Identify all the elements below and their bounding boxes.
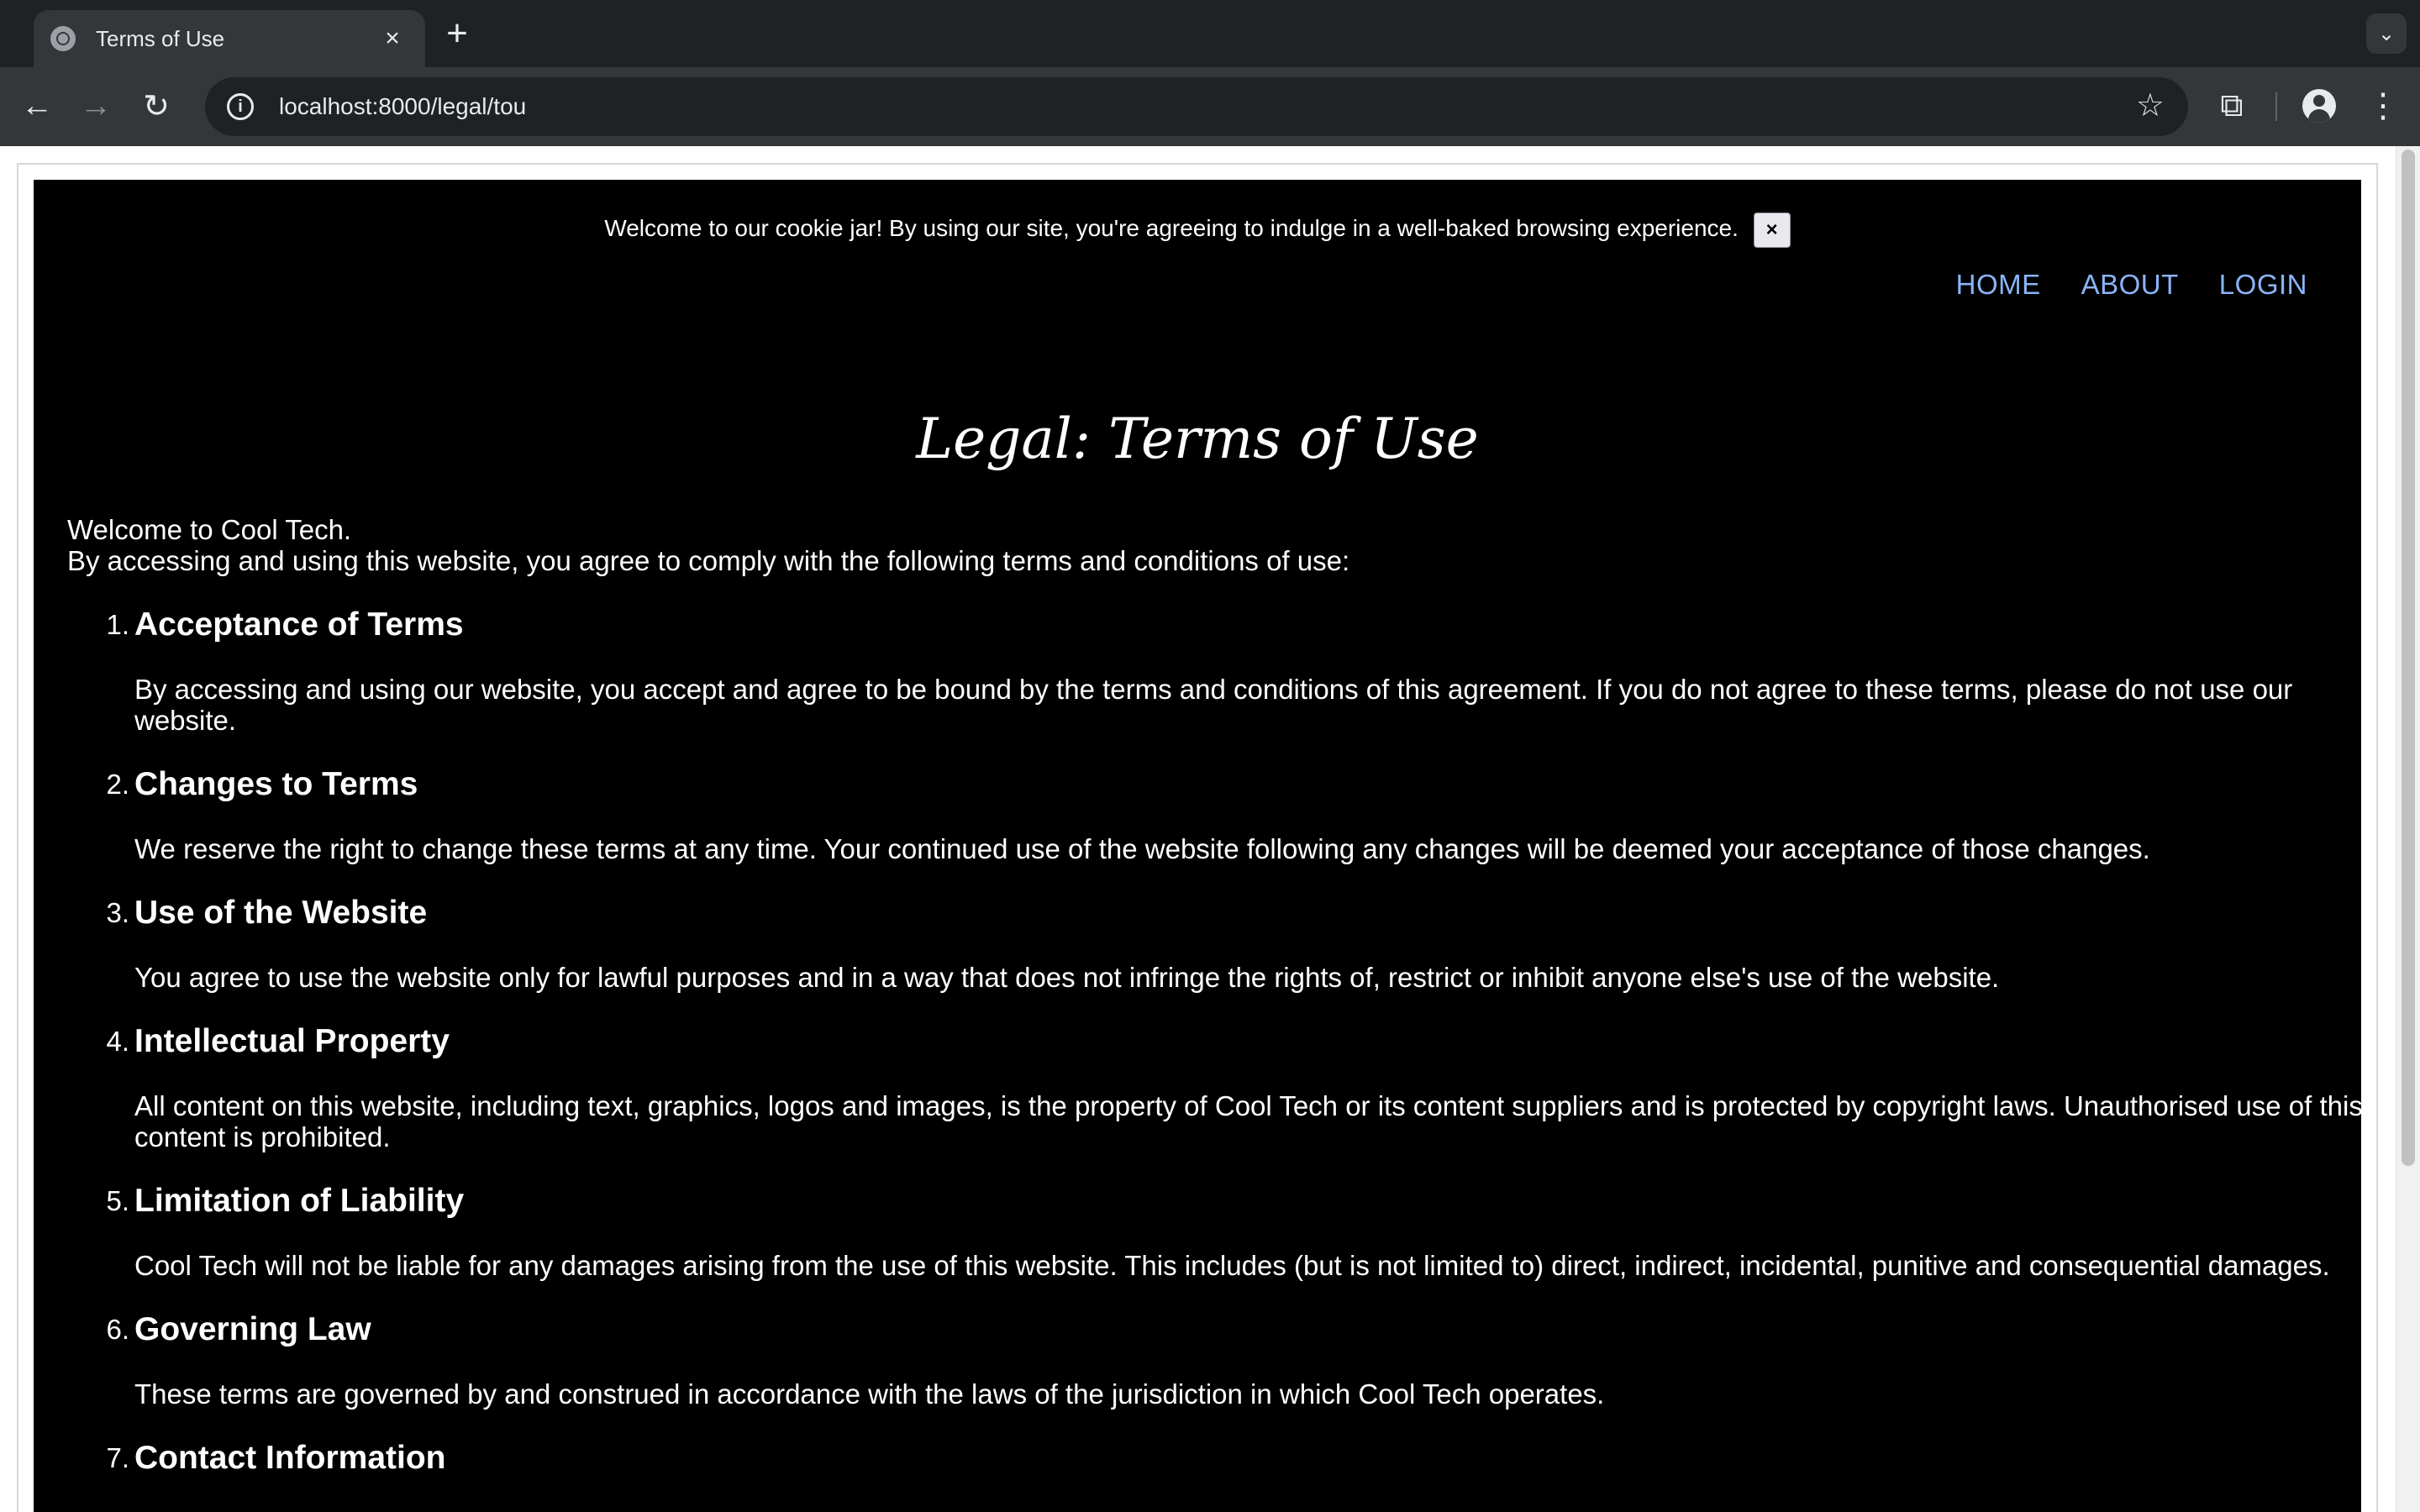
term-item: 2. Changes to Terms We reserve the right…: [67, 764, 2319, 864]
term-heading: Contact Information: [134, 1440, 446, 1476]
intro-agreement: By accessing and using this website, you…: [67, 545, 1350, 576]
cookie-banner-text: Welcome to our cookie jar! By using our …: [604, 215, 1739, 241]
term-item: 1. Acceptance of Terms By accessing and …: [67, 605, 2319, 736]
term-item: 4. Intellectual Property All content on …: [67, 1021, 2362, 1152]
term-body: These terms are governed by and construe…: [134, 1378, 1605, 1410]
url-text[interactable]: localhost:8000/legal/tou: [279, 93, 526, 120]
intro-text: Welcome to Cool Tech. By accessing and u…: [67, 514, 2319, 576]
tab-close-icon[interactable]: ×: [380, 26, 405, 51]
term-number: 5.: [106, 1185, 129, 1216]
cookie-close-button[interactable]: ×: [1753, 212, 1791, 248]
term-body: By accessing and using our website, you …: [134, 674, 2293, 736]
term-heading: Acceptance of Terms: [134, 606, 464, 643]
reload-icon[interactable]: ↻: [134, 84, 178, 128]
cookie-banner: Welcome to our cookie jar! By using our …: [34, 212, 2361, 248]
nav-login-link[interactable]: LOGIN: [2219, 269, 2307, 301]
term-item: 3. Use of the Website You agree to use t…: [67, 893, 2319, 993]
globe-icon: [50, 26, 76, 51]
intro-welcome: Welcome to Cool Tech.: [67, 514, 352, 545]
back-arrow-icon[interactable]: ←: [15, 84, 59, 128]
menu-kebab-icon[interactable]: ⋮: [2361, 86, 2405, 126]
term-number: 3.: [106, 897, 129, 928]
term-heading: Intellectual Property: [134, 1023, 450, 1059]
page-viewport: Welcome to our cookie jar! By using our …: [0, 146, 2420, 1512]
term-number: 2.: [106, 769, 129, 800]
tab-strip: Terms of Use × + ⌄: [0, 0, 2420, 67]
term-item: 7. Contact Information: [67, 1438, 2319, 1478]
term-item: 6. Governing Law These terms are governe…: [67, 1310, 2319, 1410]
term-body: We reserve the right to change these ter…: [134, 833, 2150, 864]
term-number: 1.: [106, 609, 129, 640]
toolbar-separator: [2275, 92, 2277, 121]
term-heading: Use of the Website: [134, 895, 428, 931]
tab-terms-of-use[interactable]: Terms of Use ×: [34, 10, 425, 67]
term-body: Cool Tech will not be liable for any dam…: [134, 1250, 2330, 1281]
nav-home-link[interactable]: HOME: [1956, 269, 2041, 301]
term-body: All content on this website, including t…: [134, 1090, 2363, 1152]
term-item: 5. Limitation of Liability Cool Tech wil…: [67, 1181, 2329, 1281]
extensions-puzzle-icon[interactable]: ⧉: [2210, 86, 2254, 126]
bookmark-star-icon[interactable]: ☆: [2136, 89, 2165, 123]
page-title: Legal: Terms of Use: [916, 407, 1479, 471]
site-container: Welcome to our cookie jar! By using our …: [34, 180, 2363, 1512]
term-heading: Limitation of Liability: [134, 1183, 465, 1219]
main-nav: HOME ABOUT LOGIN: [1956, 269, 2307, 301]
page-scrollbar[interactable]: [2396, 146, 2420, 1512]
tab-title: Terms of Use: [96, 25, 225, 51]
site-info-icon[interactable]: i: [227, 93, 254, 120]
tab-search-chevron-icon[interactable]: ⌄: [2366, 13, 2407, 54]
term-heading: Governing Law: [134, 1311, 371, 1347]
forward-arrow-icon[interactable]: →: [74, 84, 118, 128]
new-tab-button[interactable]: +: [440, 15, 474, 52]
term-body: You agree to use the website only for la…: [134, 962, 2000, 993]
term-number: 6.: [106, 1314, 129, 1345]
nav-about-link[interactable]: ABOUT: [2081, 269, 2179, 301]
address-bar[interactable]: i localhost:8000/legal/tou ☆: [205, 77, 2188, 136]
profile-avatar-icon[interactable]: [2302, 89, 2336, 123]
browser-toolbar: ← → ↻ i localhost:8000/legal/tou ☆ ⧉ ⋮: [0, 67, 2420, 146]
term-number: 7.: [106, 1442, 129, 1473]
term-number: 4.: [106, 1026, 129, 1057]
terms-list: 1. Acceptance of Terms By accessing and …: [67, 605, 2362, 1478]
scrollbar-thumb[interactable]: [2402, 150, 2415, 1166]
term-heading: Changes to Terms: [134, 766, 418, 802]
